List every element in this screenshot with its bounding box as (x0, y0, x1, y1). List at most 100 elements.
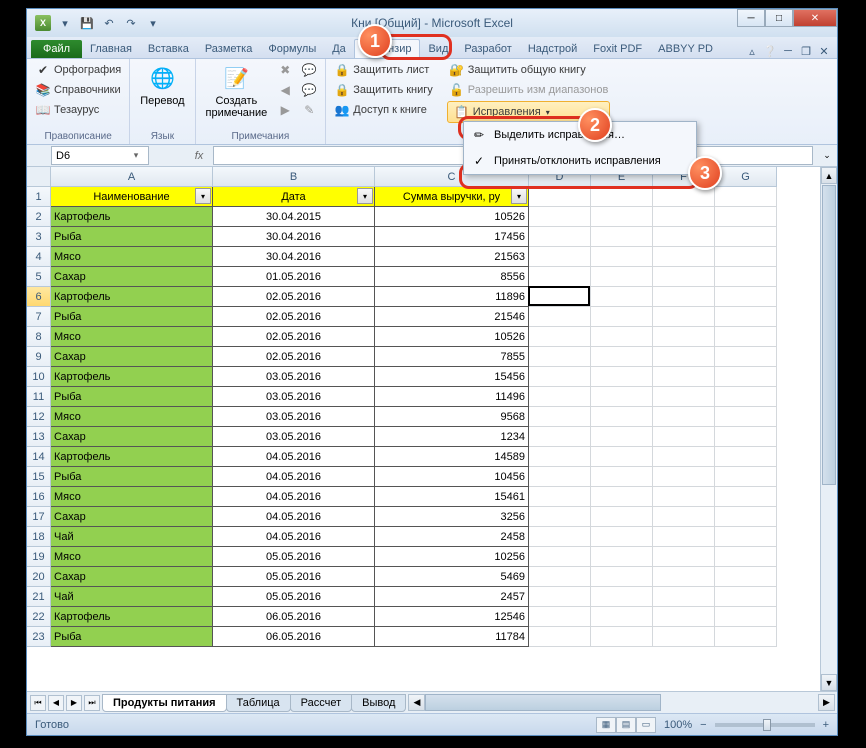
share-workbook-button[interactable]: 👥Доступ к книге (332, 101, 435, 119)
cell-B11[interactable]: 03.05.2016 (213, 387, 375, 407)
cell-D17[interactable] (529, 507, 591, 527)
cell-B12[interactable]: 03.05.2016 (213, 407, 375, 427)
cell-F6[interactable] (653, 287, 715, 307)
cell-A3[interactable]: Рыба (51, 227, 213, 247)
cell-C15[interactable]: 10456 (375, 467, 529, 487)
row-header-16[interactable]: 16 (27, 487, 51, 507)
cell-A15[interactable]: Рыба (51, 467, 213, 487)
accept-reject-item[interactable]: ✓ Принять/отклонить исправления (464, 148, 696, 174)
cell-F18[interactable] (653, 527, 715, 547)
row-header-22[interactable]: 22 (27, 607, 51, 627)
row-header-23[interactable]: 23 (27, 627, 51, 647)
cell-A16[interactable]: Мясо (51, 487, 213, 507)
row-header-6[interactable]: 6 (27, 287, 51, 307)
zoom-slider[interactable] (715, 723, 815, 727)
header-cell-A[interactable]: Наименование▾ (51, 187, 213, 207)
sheet-tab-3[interactable]: Вывод (351, 694, 406, 712)
cell-A10[interactable]: Картофель (51, 367, 213, 387)
cell-E13[interactable] (591, 427, 653, 447)
cell-F22[interactable] (653, 607, 715, 627)
cell-D14[interactable] (529, 447, 591, 467)
cell-G14[interactable] (715, 447, 777, 467)
cell-E18[interactable] (591, 527, 653, 547)
cell-C11[interactable]: 11496 (375, 387, 529, 407)
cell-A6[interactable]: Картофель (51, 287, 213, 307)
cell-G4[interactable] (715, 247, 777, 267)
qat-dropdown-icon[interactable]: ▾ (55, 13, 75, 33)
tab-view[interactable]: Вид (420, 40, 456, 58)
cell-G16[interactable] (715, 487, 777, 507)
cell-G1[interactable] (715, 187, 777, 207)
cell-G13[interactable] (715, 427, 777, 447)
col-header-B[interactable]: B (213, 167, 375, 187)
cell-E23[interactable] (591, 627, 653, 647)
cell-D8[interactable] (529, 327, 591, 347)
name-box[interactable]: D6 ▾ (51, 146, 149, 165)
cell-A8[interactable]: Мясо (51, 327, 213, 347)
doc-close-icon[interactable]: ✕ (817, 44, 831, 58)
cell-F16[interactable] (653, 487, 715, 507)
filter-button-A[interactable]: ▾ (195, 188, 211, 204)
tab-foxit[interactable]: Foxit PDF (585, 40, 650, 58)
cell-F17[interactable] (653, 507, 715, 527)
cell-E14[interactable] (591, 447, 653, 467)
cell-C10[interactable]: 15456 (375, 367, 529, 387)
minimize-ribbon-icon[interactable]: ▵ (745, 44, 759, 58)
research-button[interactable]: 📚Справочники (33, 81, 123, 99)
cell-C23[interactable]: 11784 (375, 627, 529, 647)
close-button[interactable]: ✕ (793, 9, 837, 27)
cell-G9[interactable] (715, 347, 777, 367)
filter-button-B[interactable]: ▾ (357, 188, 373, 204)
cell-B21[interactable]: 05.05.2016 (213, 587, 375, 607)
cell-E22[interactable] (591, 607, 653, 627)
cell-B20[interactable]: 05.05.2016 (213, 567, 375, 587)
cell-B18[interactable]: 04.05.2016 (213, 527, 375, 547)
cell-A13[interactable]: Сахар (51, 427, 213, 447)
cell-G3[interactable] (715, 227, 777, 247)
zoom-in-button[interactable]: + (823, 719, 829, 731)
cell-C18[interactable]: 2458 (375, 527, 529, 547)
scroll-left-button[interactable]: ◀ (408, 694, 425, 711)
track-changes-button[interactable]: 📋Исправления▾ (447, 101, 611, 123)
translate-button[interactable]: 🌐 Перевод (136, 61, 188, 109)
cell-E15[interactable] (591, 467, 653, 487)
cell-B22[interactable]: 06.05.2016 (213, 607, 375, 627)
tab-insert[interactable]: Вставка (140, 40, 197, 58)
cell-D7[interactable] (529, 307, 591, 327)
page-layout-button[interactable]: ▤ (616, 717, 636, 733)
expand-formula-icon[interactable]: ⌄ (817, 150, 837, 161)
cell-B4[interactable]: 30.04.2016 (213, 247, 375, 267)
cell-F23[interactable] (653, 627, 715, 647)
fx-button[interactable]: fx (189, 150, 209, 162)
cell-F19[interactable] (653, 547, 715, 567)
zoom-level[interactable]: 100% (664, 719, 692, 731)
sheet-tab-2[interactable]: Рассчет (290, 694, 353, 712)
cell-G17[interactable] (715, 507, 777, 527)
row-header-17[interactable]: 17 (27, 507, 51, 527)
cell-E16[interactable] (591, 487, 653, 507)
vscroll-thumb[interactable] (822, 185, 836, 485)
cell-B15[interactable]: 04.05.2016 (213, 467, 375, 487)
cell-B9[interactable]: 02.05.2016 (213, 347, 375, 367)
cell-E2[interactable] (591, 207, 653, 227)
cell-D20[interactable] (529, 567, 591, 587)
cell-A14[interactable]: Картофель (51, 447, 213, 467)
cell-A2[interactable]: Картофель (51, 207, 213, 227)
cell-G7[interactable] (715, 307, 777, 327)
cell-C4[interactable]: 21563 (375, 247, 529, 267)
cell-E20[interactable] (591, 567, 653, 587)
row-header-5[interactable]: 5 (27, 267, 51, 287)
cell-E5[interactable] (591, 267, 653, 287)
cell-A12[interactable]: Мясо (51, 407, 213, 427)
cell-D3[interactable] (529, 227, 591, 247)
tab-developer[interactable]: Разработ (456, 40, 519, 58)
cell-F5[interactable] (653, 267, 715, 287)
cell-F1[interactable] (653, 187, 715, 207)
cell-G5[interactable] (715, 267, 777, 287)
cell-F3[interactable] (653, 227, 715, 247)
cell-C20[interactable]: 5469 (375, 567, 529, 587)
cell-F8[interactable] (653, 327, 715, 347)
cell-E12[interactable] (591, 407, 653, 427)
cell-E1[interactable] (591, 187, 653, 207)
cell-C2[interactable]: 10526 (375, 207, 529, 227)
